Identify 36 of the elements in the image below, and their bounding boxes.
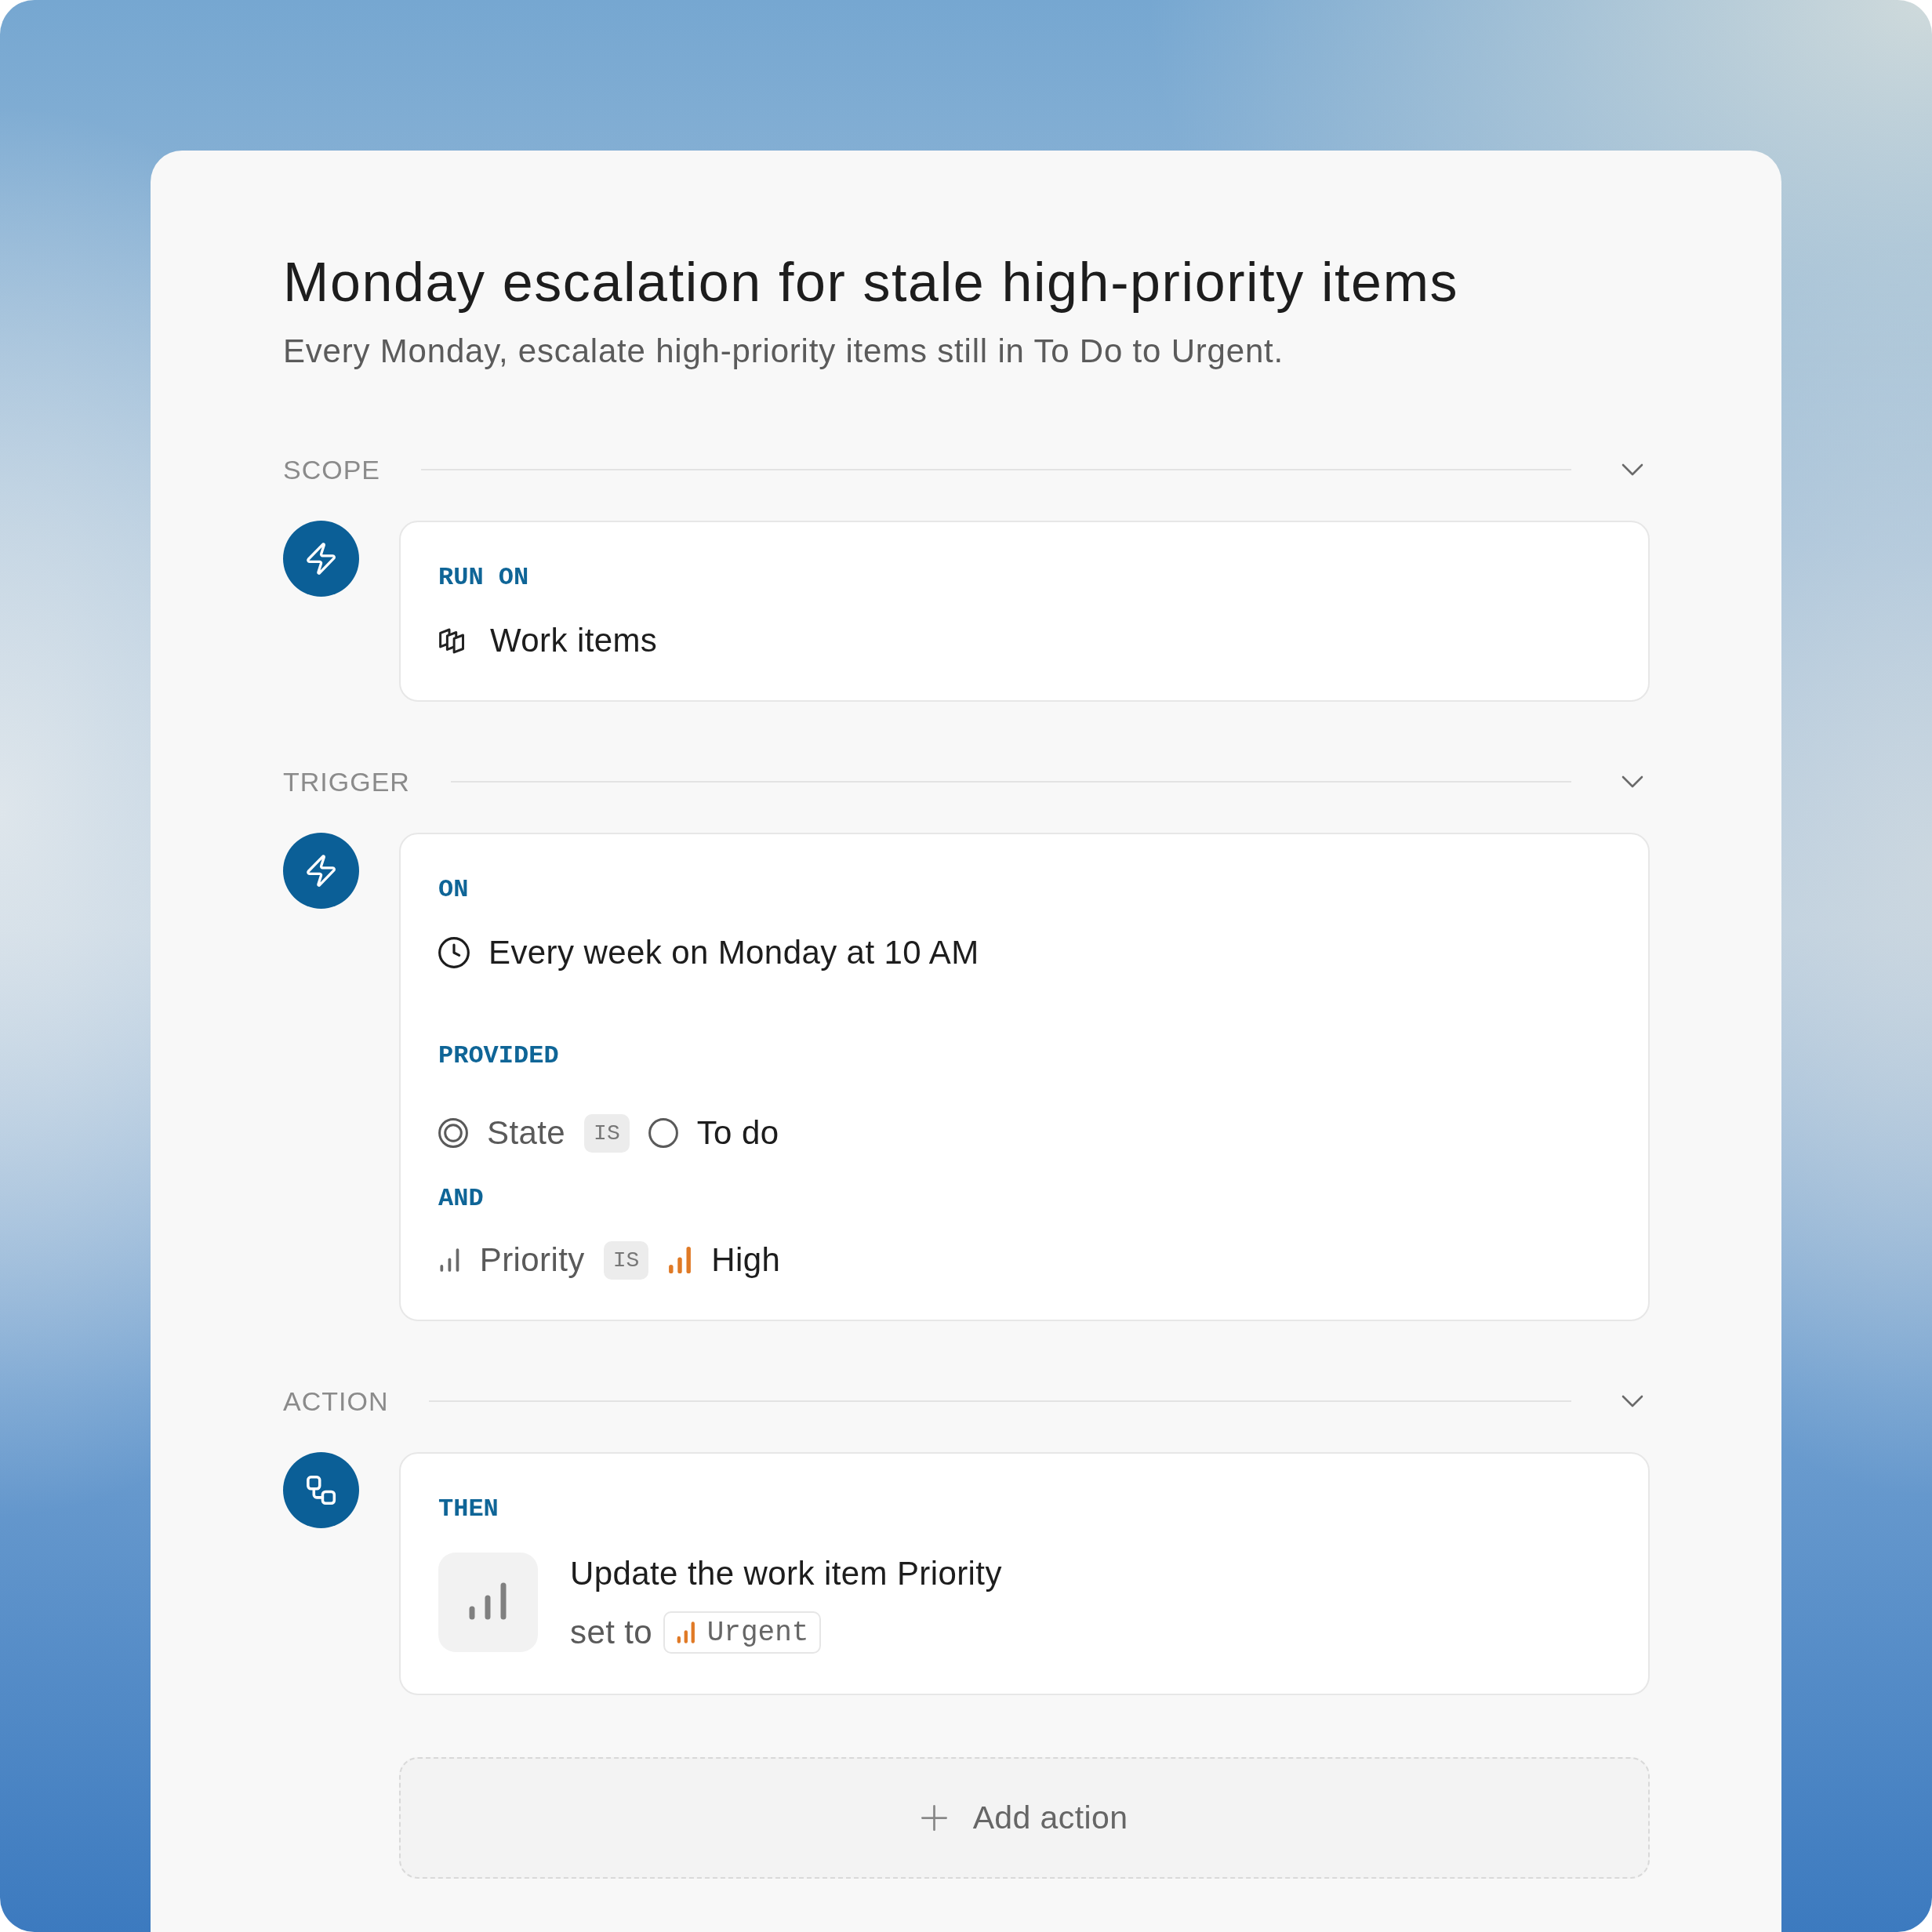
lightning-icon xyxy=(283,833,359,909)
condition-property: Priority xyxy=(479,1241,585,1279)
condition-value: To do xyxy=(696,1114,779,1152)
operator-badge: IS xyxy=(603,1240,649,1280)
section-heading: SCOPE xyxy=(283,454,381,485)
step-label: RUN ON xyxy=(438,562,529,594)
step-label: THEN xyxy=(438,1494,499,1525)
section-heading: ACTION xyxy=(283,1385,389,1417)
add-action-button[interactable]: Add action xyxy=(399,1757,1650,1879)
schedule-text: Every week on Monday at 10 AM xyxy=(488,934,979,971)
lightning-icon xyxy=(283,521,359,597)
joiner-label: AND xyxy=(438,1183,484,1215)
signal-bars-icon xyxy=(438,1246,461,1274)
clock-icon xyxy=(438,937,470,968)
signal-bars-icon xyxy=(438,1552,538,1652)
empty-circle-icon xyxy=(648,1118,678,1148)
condition-value: High xyxy=(711,1241,781,1279)
signal-bars-icon xyxy=(667,1244,693,1276)
linked-squares-icon xyxy=(283,1452,359,1528)
chevron-down-icon xyxy=(1621,775,1644,789)
action-title: Update the work item Priority xyxy=(570,1555,1002,1592)
condition-property: State xyxy=(487,1114,566,1152)
automation-title: Monday escalation for stale high-priority items xyxy=(283,251,1459,314)
priority-value: Urgent xyxy=(706,1616,809,1649)
set-to-label: set to xyxy=(570,1614,653,1651)
signal-bars-icon xyxy=(676,1620,696,1645)
chevron-down-icon xyxy=(1621,1394,1644,1408)
automation-description: Every Monday, escalate high-priority items still in To Do to Urgent. xyxy=(283,332,1284,371)
concentric-circles-icon xyxy=(438,1118,468,1148)
scope-value: Work items xyxy=(490,622,658,659)
step-label: ON xyxy=(438,874,469,906)
section-heading: TRIGGER xyxy=(283,766,410,797)
conditions-label: PROVIDED xyxy=(438,1040,559,1072)
chevron-down-icon xyxy=(1621,463,1644,477)
plus-icon xyxy=(921,1805,947,1831)
operator-badge: IS xyxy=(584,1113,630,1153)
